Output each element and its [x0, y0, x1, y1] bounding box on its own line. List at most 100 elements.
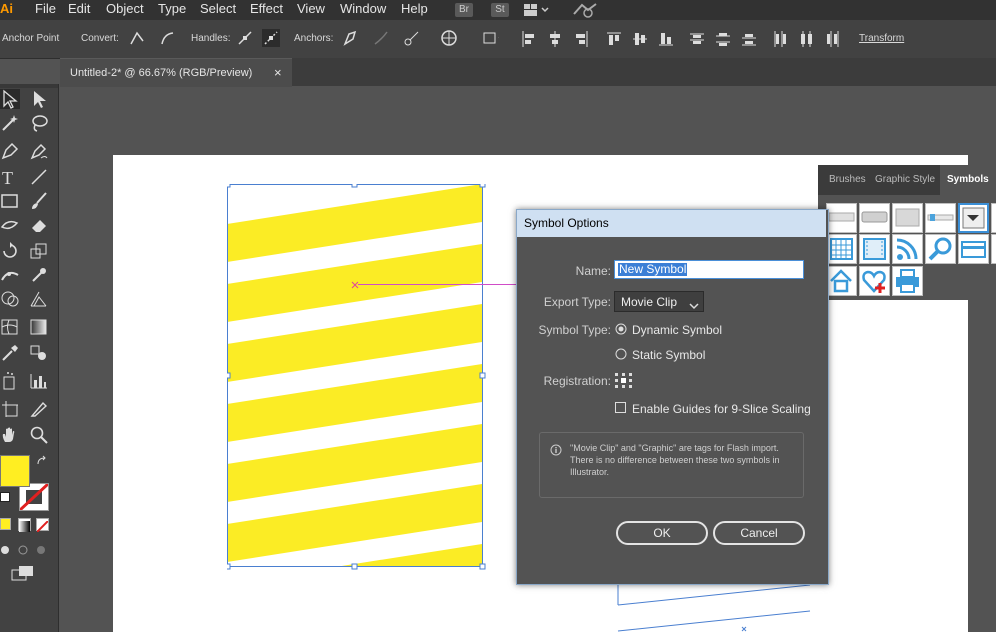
isolate-icon[interactable]	[440, 29, 458, 47]
column-graph-tool-icon[interactable]	[29, 371, 49, 391]
menu-type[interactable]: Type	[158, 0, 186, 20]
draw-inside-icon[interactable]	[36, 542, 47, 554]
registration-grid-icon[interactable]	[614, 372, 634, 390]
menu-help[interactable]: Help	[401, 0, 428, 20]
align-top-icon[interactable]	[607, 31, 621, 47]
distribute-top-icon[interactable]	[690, 31, 704, 47]
cut-path-icon[interactable]	[403, 29, 421, 47]
zoom-tool-icon[interactable]	[29, 425, 49, 445]
menu-effect[interactable]: Effect	[250, 0, 283, 20]
align-vcenter-icon[interactable]	[633, 31, 647, 47]
cancel-button[interactable]: Cancel	[713, 521, 805, 545]
stroke-swatch[interactable]	[18, 482, 50, 512]
line-tool-icon[interactable]	[29, 167, 49, 187]
document-tab-close-icon[interactable]: ×	[274, 65, 282, 80]
align-to-dropdown-icon[interactable]	[481, 29, 509, 47]
shaper-tool-icon[interactable]	[0, 215, 20, 235]
fill-swatch[interactable]	[0, 455, 30, 487]
menu-view[interactable]: View	[297, 0, 325, 20]
static-symbol-label[interactable]: Static Symbol	[632, 348, 705, 362]
convert-smooth-icon[interactable]	[158, 29, 176, 47]
stripes-artwork[interactable]	[227, 184, 517, 604]
paintbrush-tool-icon[interactable]	[29, 191, 49, 211]
draw-normal-icon[interactable]	[0, 542, 10, 554]
connect-anchors-icon[interactable]	[372, 29, 390, 47]
swap-fill-stroke-icon[interactable]	[36, 454, 48, 466]
type-tool-icon[interactable]: T	[0, 167, 20, 188]
enable-guides-checkbox[interactable]	[615, 402, 626, 413]
distribute-bottom-icon[interactable]	[742, 31, 756, 47]
scale-tool-icon[interactable]	[29, 241, 49, 261]
transform-link[interactable]: Transform	[859, 33, 904, 44]
tab-brushes[interactable]: Brushes	[829, 174, 866, 185]
lasso-tool-icon[interactable]	[29, 113, 49, 133]
dialog-titlebar[interactable]: Symbol Options	[517, 210, 826, 237]
mesh-tool-icon[interactable]	[0, 317, 20, 337]
symbol-slider[interactable]	[925, 203, 956, 233]
symbol-dropdown-arrow[interactable]	[958, 203, 989, 233]
symbol-home[interactable]	[826, 266, 857, 296]
curvature-tool-icon[interactable]	[29, 141, 49, 161]
menu-window[interactable]: Window	[340, 0, 386, 20]
menu-select[interactable]: Select	[200, 0, 236, 20]
hand-tool-icon[interactable]	[0, 425, 20, 445]
symbol-rss-feed[interactable]	[892, 234, 923, 264]
tools-panel-grip[interactable]	[0, 84, 58, 88]
symbol-calendar-grid[interactable]	[826, 234, 857, 264]
distribute-left-icon[interactable]	[773, 31, 787, 47]
tab-graphic-styles[interactable]: Graphic Style	[875, 174, 935, 185]
none-mode-icon[interactable]	[36, 518, 49, 533]
symbol-printer[interactable]	[892, 266, 923, 296]
menu-file[interactable]: File	[35, 0, 56, 20]
distribute-vcenter-icon[interactable]	[716, 31, 730, 47]
convert-corner-icon[interactable]	[128, 29, 146, 47]
dynamic-symbol-label[interactable]: Dynamic Symbol	[632, 323, 722, 337]
magic-wand-tool-icon[interactable]	[0, 113, 20, 133]
draw-behind-icon[interactable]	[18, 542, 29, 555]
gpu-performance-icon[interactable]	[572, 2, 598, 18]
align-hcenter-icon[interactable]	[548, 31, 562, 47]
align-right-icon[interactable]	[574, 31, 588, 47]
artboard-tool-icon[interactable]	[0, 399, 20, 419]
rotate-tool-icon[interactable]	[0, 241, 20, 261]
menu-object[interactable]: Object	[106, 0, 144, 20]
symbol-button-square[interactable]	[892, 203, 923, 233]
static-symbol-radio[interactable]	[615, 347, 627, 360]
symbol-film-strip[interactable]	[859, 234, 890, 264]
enable-guides-label[interactable]: Enable Guides for 9-Slice Scaling	[632, 402, 811, 416]
change-screen-mode-icon[interactable]	[11, 565, 35, 582]
symbol-button-gray[interactable]	[859, 203, 890, 233]
rectangle-tool-icon[interactable]	[0, 191, 20, 211]
hide-handles-icon[interactable]	[262, 29, 280, 47]
show-handles-icon[interactable]	[236, 29, 254, 47]
eraser-tool-icon[interactable]	[29, 215, 49, 235]
gradient-mode-icon[interactable]	[18, 518, 31, 532]
tab-symbols[interactable]: Symbols	[947, 174, 989, 185]
symbol-credit-card[interactable]	[958, 234, 989, 264]
dynamic-symbol-radio[interactable]	[615, 322, 627, 335]
workspace-switcher-icon[interactable]	[523, 3, 551, 17]
symbol-heart-plus[interactable]	[859, 266, 890, 296]
remove-anchor-icon[interactable]	[341, 29, 359, 47]
align-left-icon[interactable]	[522, 31, 536, 47]
shape-builder-tool-icon[interactable]	[0, 289, 20, 309]
bridge-button[interactable]: Br	[455, 3, 473, 17]
document-tab[interactable]: Untitled-2* @ 66.67% (RGB/Preview) ×	[60, 58, 292, 87]
direct-selection-tool-icon[interactable]	[29, 89, 49, 109]
pen-tool-icon[interactable]	[0, 141, 20, 161]
color-mode-icon[interactable]	[0, 518, 11, 530]
symbol-button-flat[interactable]	[826, 203, 857, 233]
width-tool-icon[interactable]	[0, 265, 20, 285]
default-fill-stroke-icon[interactable]	[0, 492, 10, 502]
distribute-right-icon[interactable]	[825, 31, 839, 47]
stock-button[interactable]: St	[491, 3, 509, 17]
selection-tool-icon[interactable]	[0, 89, 20, 109]
slice-tool-icon[interactable]	[29, 399, 49, 419]
blend-tool-icon[interactable]	[29, 343, 49, 363]
symbol-search[interactable]	[925, 234, 956, 264]
gradient-tool-icon[interactable]	[29, 317, 49, 337]
name-input[interactable]: New Symbol	[614, 260, 804, 279]
distribute-hcenter-icon[interactable]	[799, 31, 813, 47]
puppet-warp-tool-icon[interactable]	[29, 265, 49, 285]
align-bottom-icon[interactable]	[659, 31, 673, 47]
